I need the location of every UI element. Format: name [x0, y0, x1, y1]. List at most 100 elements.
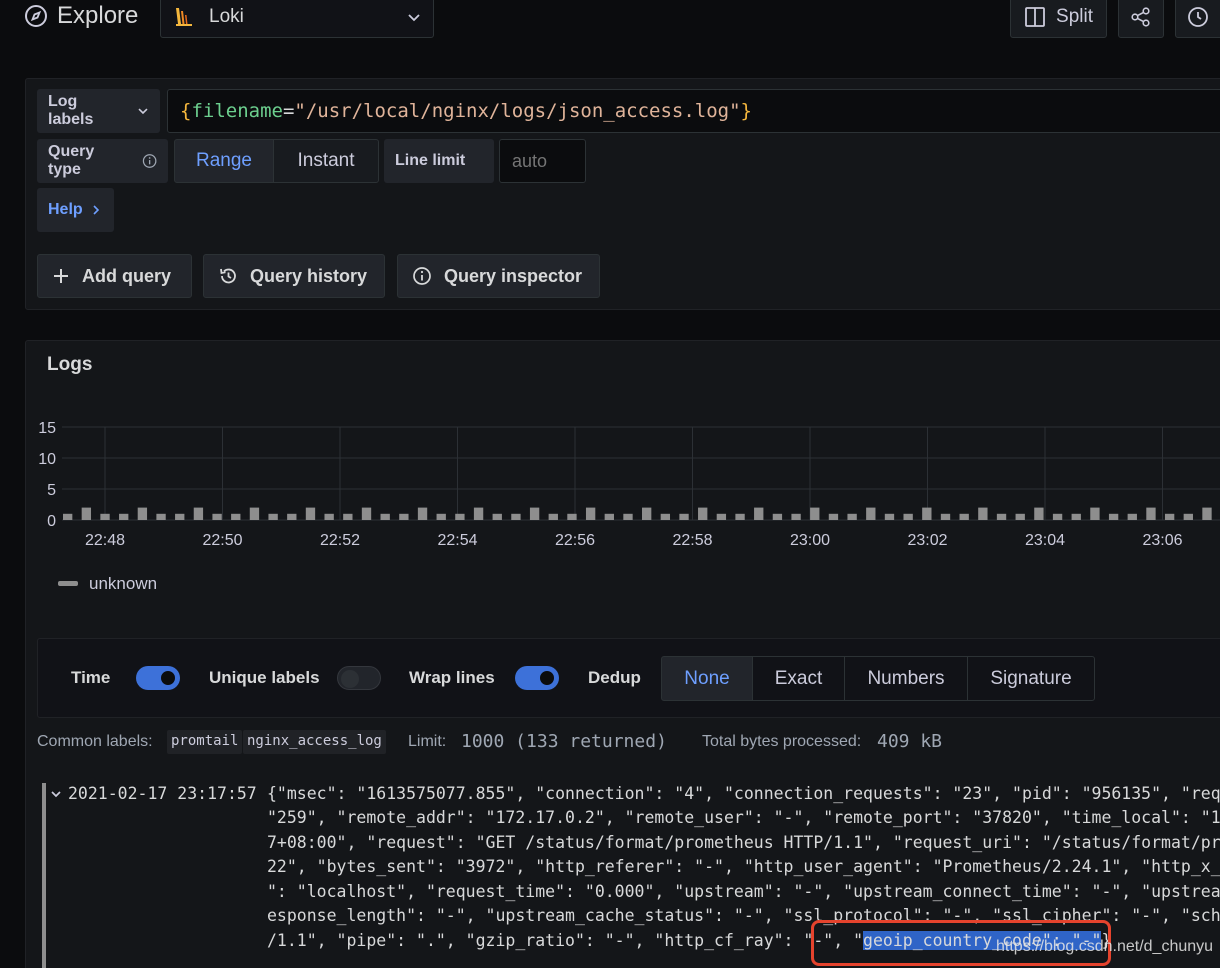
chart-bar [735, 513, 745, 520]
chart-bar [1202, 507, 1212, 520]
help-button[interactable]: Help [37, 188, 114, 232]
chart-bar [100, 513, 110, 520]
chart-bar [1090, 507, 1100, 520]
query-label-value: "/usr/local/nginx/logs/json_access.log" [294, 100, 741, 122]
unique-labels-toggle[interactable] [337, 666, 381, 690]
chart-bar [754, 507, 764, 520]
query-input[interactable]: {filename = "/usr/local/nginx/logs/json_ac… [167, 89, 1220, 133]
chart-bar [1015, 513, 1025, 520]
time-picker-button[interactable] [1175, 0, 1220, 38]
chart-bar [305, 507, 316, 520]
unique-labels-toggle-label: Unique labels [209, 668, 320, 687]
limit-value: 1000 (133 returned) [461, 731, 667, 752]
query-inspector-label: Query inspector [444, 265, 583, 286]
query-inspector-button[interactable]: Query inspector [397, 254, 600, 298]
total-bytes-value: 409 kB [877, 731, 943, 752]
split-button[interactable]: Split [1010, 0, 1107, 38]
chart-bar [604, 513, 614, 520]
log-line[interactable]: 7+08:00", "request": "GET /status/format… [267, 833, 1220, 852]
time-toggle[interactable] [136, 666, 180, 690]
legend-label[interactable]: unknown [89, 574, 157, 594]
datasource-name: Loki [209, 6, 244, 27]
common-label-chip: nginx_access_log [243, 730, 386, 754]
chart-bar [1164, 513, 1175, 520]
total-bytes-label: Total bytes processed: [702, 733, 862, 750]
x-tick-label: 23:02 [907, 532, 947, 549]
query-type-range[interactable]: Range [174, 139, 274, 183]
dedup-exact[interactable]: Exact [752, 656, 845, 701]
x-tick-label: 22:58 [672, 532, 712, 549]
chart-bar [529, 507, 540, 520]
query-history-button[interactable]: Query history [203, 254, 385, 298]
chart-bar [436, 513, 446, 520]
share-button[interactable] [1118, 0, 1164, 38]
help-label: Help [48, 201, 83, 218]
split-icon [1025, 7, 1045, 27]
chart-bar [212, 513, 222, 520]
chart-bar [417, 507, 428, 520]
log-line[interactable]: "259", "remote_addr": "172.17.0.2", "rem… [267, 808, 1220, 827]
clock-icon [1188, 7, 1208, 27]
log-line[interactable]: 22", "bytes_sent": "3972", "http_referer… [267, 857, 1220, 876]
log-line[interactable]: {"msec": "1613575077.855", "connection":… [267, 784, 1220, 803]
chart-bar [193, 507, 204, 520]
add-query-button[interactable]: Add query [37, 254, 192, 298]
chart-bar [81, 507, 92, 520]
chart-bar [175, 513, 185, 520]
log-timestamp: 2021-02-17 23:17:57 [68, 784, 257, 803]
chart-bar [492, 513, 502, 520]
query-brace-open: { [180, 100, 192, 122]
dedup-numbers[interactable]: Numbers [844, 656, 968, 701]
logs-title: Logs [47, 354, 93, 375]
chart-bar [847, 513, 857, 520]
chart-bar [156, 513, 166, 520]
chart-bar [249, 507, 260, 520]
chart-bar [399, 513, 409, 520]
chart-bar [1108, 513, 1119, 520]
chevron-right-icon [93, 205, 99, 215]
chart-bar [791, 513, 801, 520]
wrap-lines-toggle-label: Wrap lines [409, 668, 495, 687]
chart-bar [810, 507, 820, 520]
chart-bar [119, 513, 129, 520]
query-history-label: Query history [250, 265, 368, 286]
chart-bar [866, 507, 876, 520]
chart-bar [1146, 507, 1156, 520]
chart-bar [996, 513, 1007, 520]
chart-bar [1034, 507, 1044, 520]
x-tick-label: 22:48 [85, 532, 125, 549]
x-tick-label: 22:50 [202, 532, 242, 549]
dedup-none[interactable]: None [661, 656, 753, 701]
chart-bar [380, 513, 390, 520]
chart-bar [567, 513, 577, 520]
log-line[interactable]: ": "localhost", "request_time": "0.000",… [267, 882, 1220, 901]
chart-bar [231, 513, 241, 520]
chart-bar [548, 513, 558, 520]
query-label-key: filename [191, 100, 283, 122]
y-tick-label: 5 [47, 482, 56, 499]
chart-bar [511, 513, 521, 520]
log-labels-button[interactable]: Log labels [37, 89, 160, 133]
common-labels-label: Common labels: [37, 733, 153, 750]
query-type-text: Query type [48, 143, 95, 178]
line-limit-input[interactable] [499, 139, 586, 183]
chart-bar [959, 513, 969, 520]
x-tick-label: 23:06 [1142, 532, 1182, 549]
chart-bar [324, 513, 334, 520]
info-icon[interactable] [142, 153, 157, 169]
chart-bar [455, 513, 465, 520]
query-type-instant[interactable]: Instant [273, 139, 379, 183]
chart-bar [978, 507, 988, 520]
log-labels-label: Log labels [48, 93, 94, 128]
time-toggle-label: Time [71, 668, 111, 687]
dedup-signature[interactable]: Signature [967, 656, 1095, 701]
wrap-lines-toggle[interactable] [515, 666, 559, 690]
x-tick-label: 23:04 [1025, 532, 1065, 549]
chart-bar [585, 507, 596, 520]
datasource-picker[interactable]: Loki [160, 0, 434, 38]
line-limit-label: Line limit [384, 139, 494, 183]
x-tick-label: 22:54 [437, 532, 477, 549]
y-tick-label: 10 [38, 451, 56, 468]
chevron-down-icon[interactable] [50, 788, 62, 800]
chart-bar [772, 513, 783, 520]
